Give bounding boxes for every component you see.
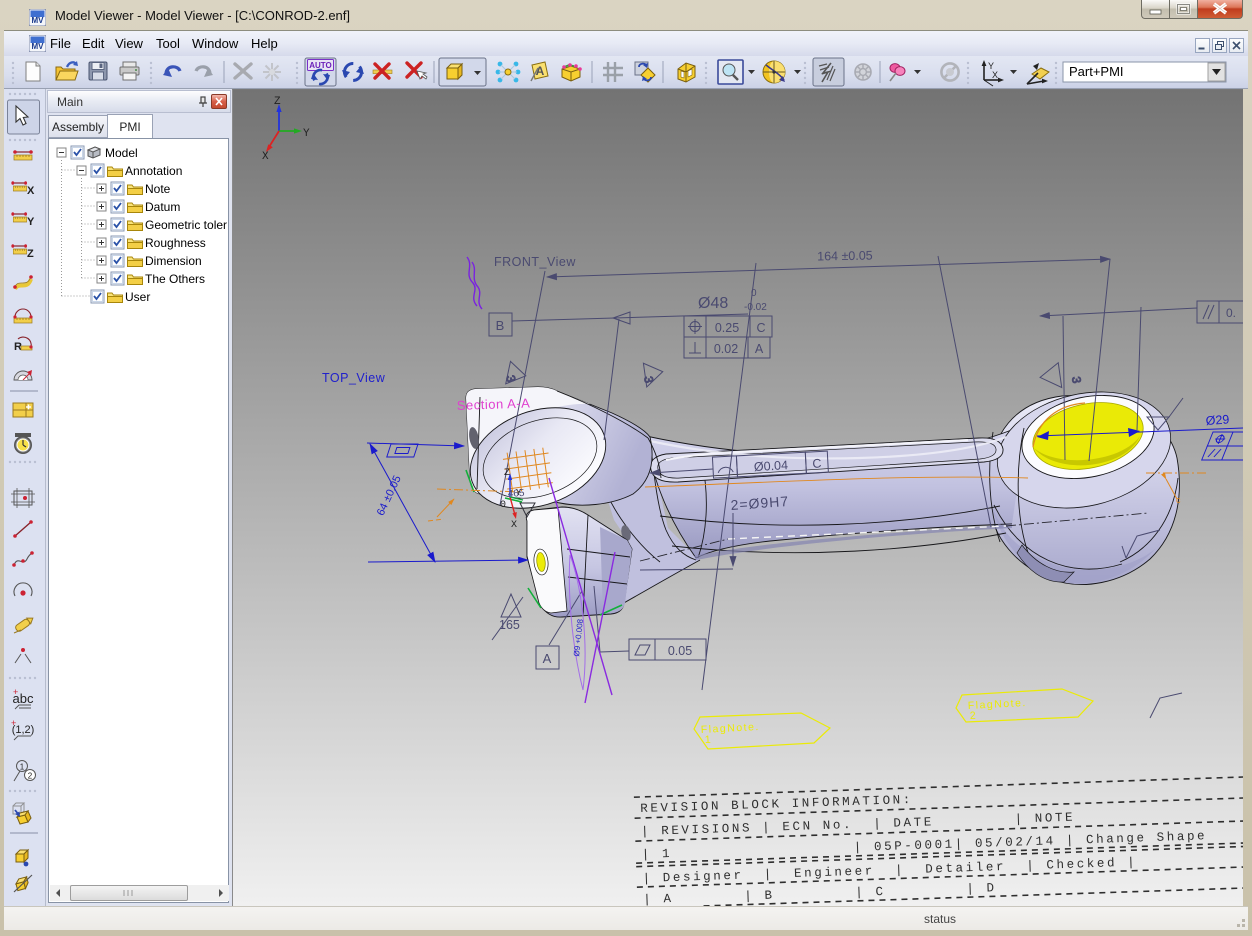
svg-text:164 ±0.05: 164 ±0.05	[817, 249, 873, 264]
svg-text:1: 1	[20, 763, 25, 772]
svg-text:+: +	[13, 687, 18, 697]
svg-text:Part+PMI: Part+PMI	[1069, 64, 1124, 79]
svg-text:Z: Z	[27, 248, 34, 260]
svg-text:X: X	[262, 151, 269, 163]
svg-text:465: 465	[507, 488, 525, 500]
svg-text:C: C	[756, 321, 765, 335]
svg-text:Ø0.04: Ø0.04	[754, 458, 789, 474]
svg-text:AUTO: AUTO	[309, 61, 332, 70]
svg-text:1: 1	[705, 734, 713, 746]
svg-text:Y: Y	[303, 128, 310, 140]
svg-text:0.25: 0.25	[715, 321, 739, 335]
svg-text:0.05: 0.05	[668, 644, 692, 658]
svg-text:B: B	[496, 318, 505, 333]
svg-text:Z: Z	[504, 468, 510, 479]
svg-text:C: C	[812, 456, 822, 470]
svg-text:FRONT_View: FRONT_View	[494, 255, 576, 269]
svg-text:X: X	[27, 185, 35, 197]
svg-text:0.02: 0.02	[714, 342, 738, 356]
svg-text:Ø29: Ø29	[1205, 412, 1230, 428]
svg-text:0: 0	[751, 288, 757, 299]
svg-text:2: 2	[28, 772, 33, 781]
svg-text:Ø9 +0.008: Ø9 +0.008	[572, 618, 585, 657]
svg-text:64 ±0.05: 64 ±0.05	[375, 474, 404, 518]
svg-text:0: 0	[500, 500, 506, 511]
svg-text:3: 3	[641, 375, 656, 384]
svg-text:MV: MV	[32, 42, 45, 51]
svg-text:c: c	[1176, 495, 1181, 505]
svg-text:Section A-A: Section A-A	[457, 395, 531, 413]
svg-text:X: X	[511, 520, 517, 531]
svg-text:X: X	[992, 70, 998, 80]
svg-text:+: +	[11, 718, 16, 728]
svg-text:A: A	[755, 342, 764, 356]
svg-text:Y: Y	[27, 216, 35, 228]
svg-text:A: A	[543, 651, 552, 666]
svg-text:TOP_View: TOP_View	[322, 371, 386, 385]
svg-text:Z: Z	[274, 96, 281, 108]
svg-text:-0.02: -0.02	[744, 302, 767, 313]
svg-text:2: 2	[970, 710, 978, 722]
svg-text:| REVISIONS | ECN No. | DATE: | REVISIONS | ECN No. | DATE | NOTE	[641, 811, 1076, 839]
svg-text:165: 165	[499, 618, 520, 632]
svg-text:0.: 0.	[1226, 306, 1236, 320]
svg-text:Ø48: Ø48	[698, 295, 728, 312]
svg-text:3: 3	[1069, 376, 1084, 385]
svg-text:MV: MV	[32, 16, 45, 25]
